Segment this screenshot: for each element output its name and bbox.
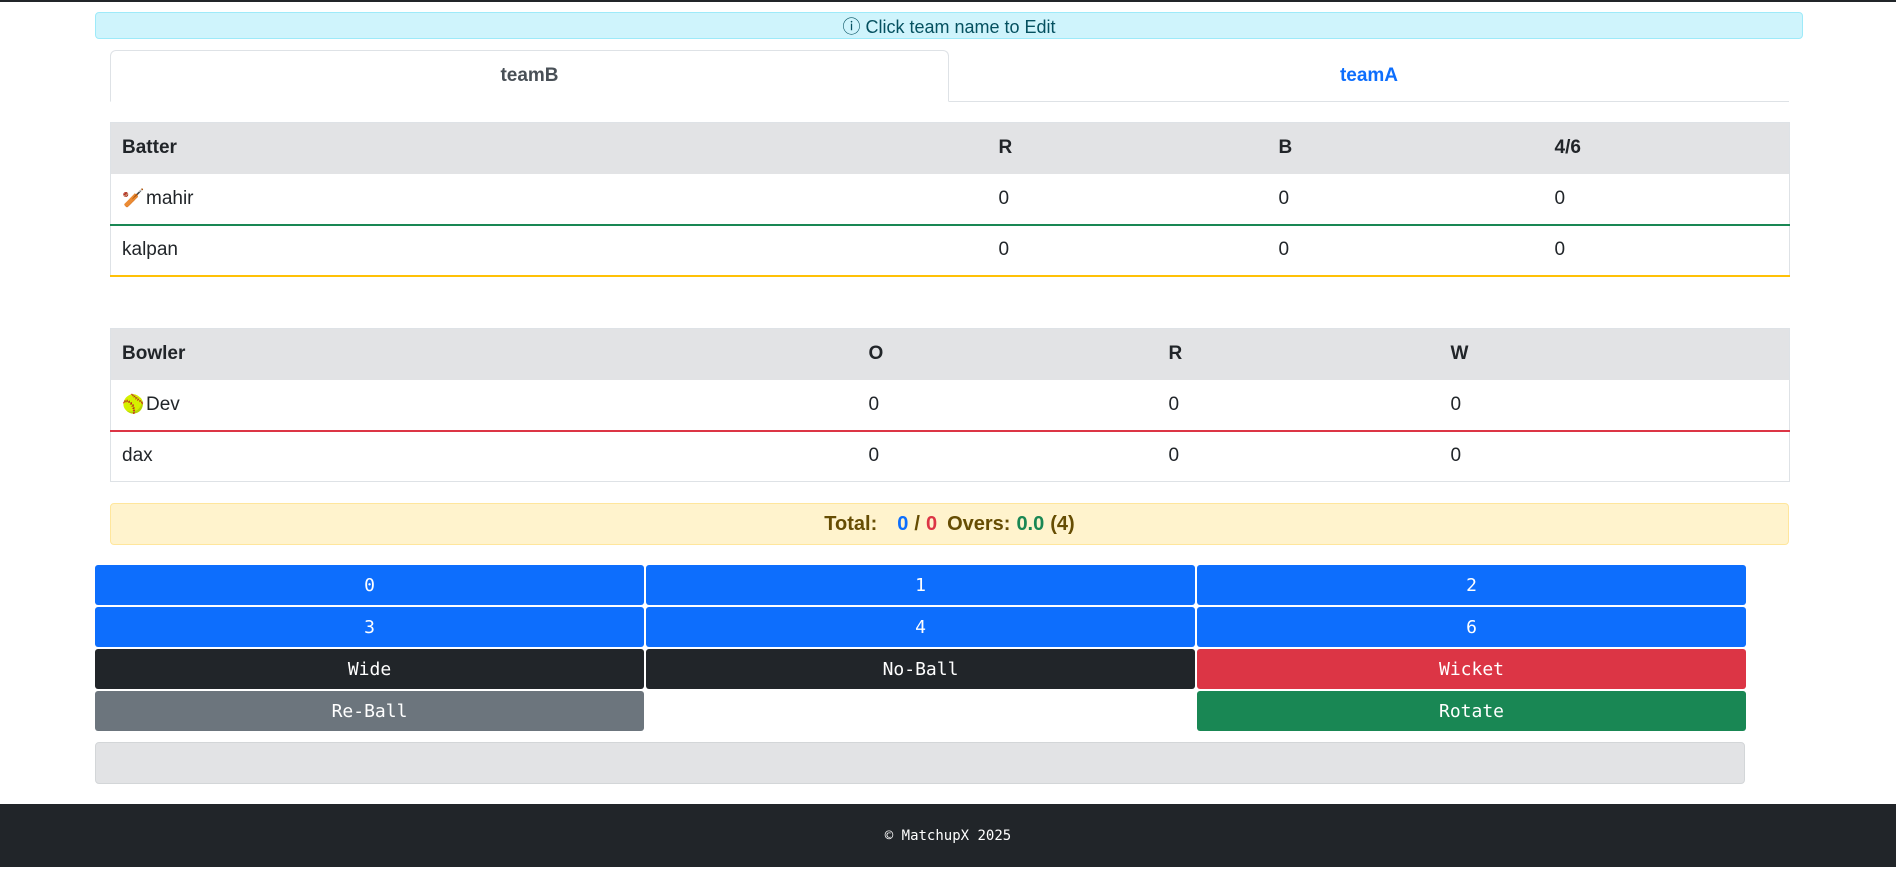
overs-header: O xyxy=(857,328,1158,380)
batting-header-row: Batter R B 4/6 xyxy=(110,122,1790,174)
ball-icon: 🥎 xyxy=(122,393,145,414)
batting-table: Batter R B 4/6 🏏mahir 0 0 0 kalpan 0 0 0 xyxy=(110,122,1790,277)
run-6-button[interactable]: 6 xyxy=(1197,607,1746,647)
bowler-runs: 0 xyxy=(1157,379,1440,432)
top-border xyxy=(0,0,1896,2)
bowler-row-other: dax 0 0 0 xyxy=(110,430,1790,482)
bowling-table: Bowler O R W 🥎Dev 0 0 0 dax 0 0 0 xyxy=(110,328,1790,482)
overs-value: 0.0 xyxy=(1016,512,1045,535)
score-separator: / xyxy=(914,512,920,535)
runs-conceded-header: R xyxy=(1157,328,1440,380)
batter-row-nonstriker: kalpan 0 0 0 xyxy=(110,224,1790,277)
footer-copyright: © MatchupX 2025 xyxy=(884,827,1012,844)
batter-runs: 0 xyxy=(987,224,1268,277)
bowler-wickets: 0 xyxy=(1439,430,1790,482)
commentary-bar xyxy=(95,742,1745,784)
wide-button[interactable]: Wide xyxy=(95,649,644,689)
run-4-button[interactable]: 4 xyxy=(646,607,1195,647)
runs-header: R xyxy=(987,122,1268,174)
bowler-overs: 0 xyxy=(857,379,1158,432)
bowler-row-current: 🥎Dev 0 0 0 xyxy=(110,379,1790,432)
bowler-name-cell: 🥎Dev xyxy=(110,379,858,432)
batter-boundaries: 0 xyxy=(1543,173,1790,226)
run-0-button[interactable]: 0 xyxy=(95,565,644,605)
boundaries-header: 4/6 xyxy=(1543,122,1790,174)
run-3-button[interactable]: 3 xyxy=(95,607,644,647)
button-spacer xyxy=(646,691,1195,731)
batter-name: kalpan xyxy=(110,224,988,277)
tab-teamA[interactable]: teamA xyxy=(949,50,1789,102)
wicket-button[interactable]: Wicket xyxy=(1197,649,1746,689)
scoring-buttons: 0 1 2 3 4 6 Wide No-Ball Wicket Re-Ball … xyxy=(95,565,1746,731)
no-ball-button[interactable]: No-Ball xyxy=(646,649,1195,689)
overs-limit: (4) xyxy=(1050,512,1075,535)
re-ball-button[interactable]: Re-Ball xyxy=(95,691,644,731)
batter-row-striker: 🏏mahir 0 0 0 xyxy=(110,173,1790,226)
score-summary: Total: 0 / 0 Overs: 0.0 (4) xyxy=(110,503,1789,545)
info-banner: ⓘ Click team name to Edit xyxy=(95,12,1803,39)
run-2-button[interactable]: 2 xyxy=(1197,565,1746,605)
total-wickets: 0 xyxy=(925,512,938,535)
bowler-overs: 0 xyxy=(857,430,1158,482)
info-banner-text: ⓘ Click team name to Edit xyxy=(842,16,1056,37)
bowler-wickets: 0 xyxy=(1439,379,1790,432)
batter-runs: 0 xyxy=(987,173,1268,226)
tab-teamB[interactable]: teamB xyxy=(110,50,949,102)
batter-balls: 0 xyxy=(1267,173,1544,226)
bowler-header: Bowler xyxy=(110,328,858,380)
team-tabs: teamB teamA xyxy=(110,50,1789,102)
total-runs: 0 xyxy=(897,512,909,535)
batter-header: Batter xyxy=(110,122,988,174)
total-label: Total: xyxy=(824,512,878,535)
bowler-name: dax xyxy=(110,430,858,482)
run-1-button[interactable]: 1 xyxy=(646,565,1195,605)
bowler-name: Dev xyxy=(146,393,180,415)
overs-label: Overs: xyxy=(947,512,1011,535)
wickets-header: W xyxy=(1439,328,1790,380)
batter-name-cell: 🏏mahir xyxy=(110,173,988,226)
bowling-header-row: Bowler O R W xyxy=(110,328,1790,380)
footer: © MatchupX 2025 xyxy=(0,804,1896,867)
batter-boundaries: 0 xyxy=(1543,224,1790,277)
batter-balls: 0 xyxy=(1267,224,1544,277)
balls-header: B xyxy=(1267,122,1544,174)
batter-name: mahir xyxy=(146,187,194,209)
bat-icon: 🏏 xyxy=(122,187,145,208)
rotate-button[interactable]: Rotate xyxy=(1197,691,1746,731)
bowler-runs: 0 xyxy=(1157,430,1440,482)
